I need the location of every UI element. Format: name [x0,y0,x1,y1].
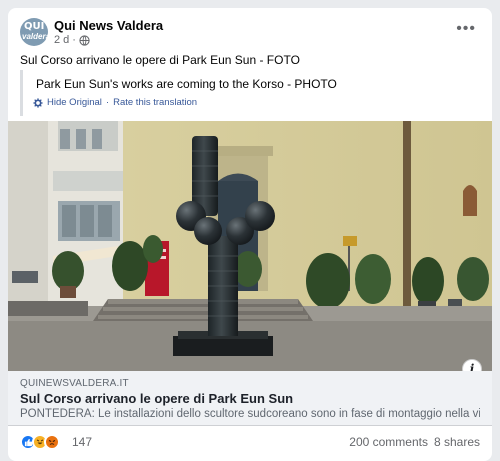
translation-links: Hide Original · Rate this translation [33,97,197,108]
translation-text: Park Eun Sun's works are coming to the K… [36,77,337,91]
page-avatar[interactable]: QUI valdera [20,18,48,46]
link-description: PONTEDERA: Le installazioni dello sculto… [20,408,480,420]
post-header: QUI valdera Qui News Valdera 2 d · ••• [8,8,492,52]
engagement-bar: 147 200 comments 8 shares [8,427,492,461]
post-text: Sul Corso arrivano le opere di Park Eun … [20,53,300,67]
reaction-icons[interactable] [20,434,60,450]
avatar-text-top: QUI [24,21,45,32]
post-meta: 2 d · [54,34,90,46]
sculpture-street-image [8,121,492,371]
reaction-count[interactable]: 147 [72,435,92,449]
page-name-link[interactable]: Qui News Valdera [54,18,163,33]
link-domain: QUINEWSVALDERA.IT [20,378,129,389]
post-timestamp[interactable]: 2 d [54,34,69,46]
gear-icon [33,97,43,108]
comment-share-counts: 200 comments 8 shares [349,435,480,449]
avatar-text-bottom: valdera [22,32,48,41]
globe-icon [79,34,90,46]
post-photo[interactable]: i [8,121,492,371]
link-preview[interactable]: QUINEWSVALDERA.IT Sul Corso arrivano le … [8,371,492,426]
post-card: QUI valdera Qui News Valdera 2 d · ••• S… [8,8,492,461]
translation-block: Park Eun Sun's works are coming to the K… [20,70,480,116]
shares-count[interactable]: 8 shares [434,435,480,449]
angry-reaction-icon [44,434,60,450]
meta-separator: · [72,34,76,46]
comments-count[interactable]: 200 comments [349,435,428,449]
rate-translation-link[interactable]: Rate this translation [113,97,197,108]
more-icon[interactable]: ••• [456,20,476,38]
link-title[interactable]: Sul Corso arrivano le opere di Park Eun … [20,391,293,406]
translation-separator: · [105,97,110,108]
hide-original-link[interactable]: Hide Original [47,97,102,108]
